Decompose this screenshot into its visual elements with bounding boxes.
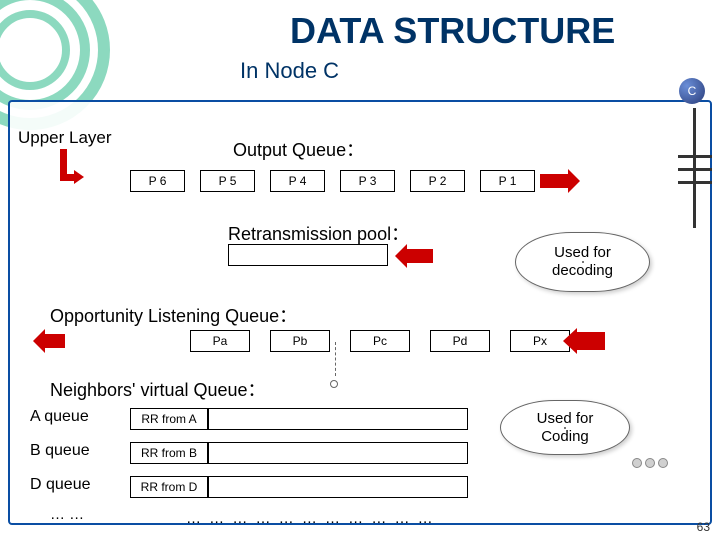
antenna-bar	[678, 181, 712, 184]
cloud-text: Used for decoding	[552, 244, 613, 280]
a-queue-bar	[208, 408, 468, 430]
retransmission-label: Retransmission pool：	[228, 220, 409, 246]
packet-p3: P 3	[340, 170, 395, 192]
output-queue-label: Output Queue：	[233, 136, 364, 162]
retransmission-box	[228, 244, 388, 266]
packet-p6: P 6	[130, 170, 185, 192]
d-queue-label: D queue	[30, 476, 91, 494]
elbow-arrow-icon	[60, 149, 78, 181]
arrow-left-icon	[405, 249, 433, 263]
antenna-bar	[678, 168, 712, 171]
arrow-left-icon	[575, 332, 605, 350]
antenna-bar	[678, 155, 712, 158]
d-queue-bar	[208, 476, 468, 498]
opportunity-label: Opportunity Listening Queue：	[50, 302, 297, 328]
arrow-right-icon	[540, 174, 570, 188]
packet-pd: Pd	[430, 330, 490, 352]
packet-pb: Pb	[270, 330, 330, 352]
page-subtitle: In Node C	[240, 58, 339, 84]
cloud-text: Used for Coding	[537, 410, 594, 446]
page-number: 63	[697, 520, 710, 534]
arrow-left-icon	[43, 334, 65, 348]
node-c-badge: C	[679, 78, 705, 104]
packet-p1: P 1	[480, 170, 535, 192]
ellipsis-dots: … … … … … … … … … … …	[186, 510, 435, 527]
packet-px: Px	[510, 330, 570, 352]
upper-layer-label: Upper Layer	[18, 128, 112, 148]
packet-p2: P 2	[410, 170, 465, 192]
rr-from-d: RR from D	[130, 476, 208, 498]
page-title: DATA STRUCTURE	[290, 10, 615, 52]
b-queue-bar	[208, 442, 468, 464]
neighbors-label: Neighbors' virtual Queue：	[50, 376, 266, 402]
b-queue-label: B queue	[30, 442, 90, 460]
rr-from-a: RR from A	[130, 408, 208, 430]
main-panel: Upper Layer Output Queue： P 6 P 5 P 4 P …	[8, 100, 712, 525]
connector-dot-icon	[330, 380, 338, 388]
rr-from-b: RR from B	[130, 442, 208, 464]
packet-p4: P 4	[270, 170, 325, 192]
coding-cloud: Used for Coding	[500, 400, 630, 455]
a-queue-label: A queue	[30, 408, 89, 426]
cloud-bubbles-icon	[632, 458, 668, 468]
packet-pc: Pc	[350, 330, 410, 352]
packet-pa: Pa	[190, 330, 250, 352]
packet-p5: P 5	[200, 170, 255, 192]
ellipsis-row-label: … …	[50, 506, 84, 523]
decoding-cloud: Used for decoding	[515, 232, 650, 292]
connector-line	[335, 342, 347, 376]
